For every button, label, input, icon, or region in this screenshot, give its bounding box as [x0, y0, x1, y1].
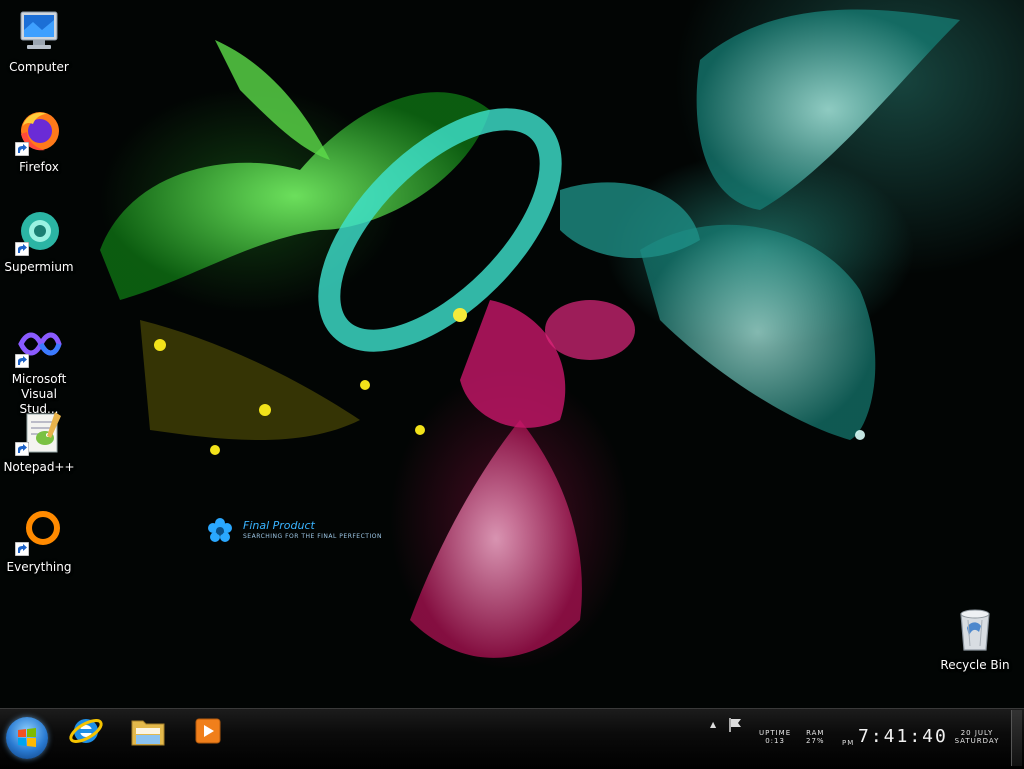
flower-logo-icon — [208, 518, 232, 542]
desktop-icon-notepadplusplus[interactable]: Notepad++ — [0, 408, 78, 475]
ram-label: RAM — [806, 729, 825, 737]
desktop-icon-firefox[interactable]: Firefox — [0, 108, 78, 175]
shortcut-arrow-icon — [15, 442, 29, 456]
desktop-icon-everything[interactable]: Everything — [0, 508, 78, 575]
shortcut-arrow-icon — [15, 242, 29, 256]
wallpaper-logo: Final Product SEARCHING FOR THE FINAL PE… — [205, 516, 405, 546]
desktop-icon-visual-studio[interactable]: Microsoft Visual Stud... — [0, 320, 78, 417]
computer-icon — [15, 8, 63, 56]
shortcut-arrow-icon — [15, 542, 29, 556]
notepadplusplus-icon — [15, 408, 63, 456]
desktop[interactable]: Computer Firefox Supermium Microsoft Vis… — [0, 0, 1024, 708]
desktop-icon-label: Firefox — [19, 160, 59, 174]
show-desktop-button[interactable] — [1011, 710, 1022, 766]
clock-date-day: 20 JULY — [960, 729, 994, 737]
recycle-bin-icon — [951, 606, 999, 654]
desktop-icon-computer[interactable]: Computer — [0, 8, 78, 75]
clock-ampm: PM — [842, 739, 855, 747]
desktop-icon-supermium[interactable]: Supermium — [0, 208, 78, 275]
wallpaper-logo-subtitle: SEARCHING FOR THE FINAL PERFECTION — [243, 533, 382, 540]
taskbar-internet-explorer[interactable] — [66, 711, 106, 751]
clock-weekday: SATURDAY — [954, 737, 1000, 745]
shortcut-arrow-icon — [15, 142, 29, 156]
desktop-icon-label: Everything — [6, 560, 72, 574]
firefox-icon — [15, 108, 63, 156]
desktop-icon-label: Supermium — [4, 260, 74, 274]
taskbar[interactable]: ▲ UPTIME 0:13 RAM 27% PM 7:41:40 20 JULY… — [0, 708, 1024, 769]
action-center-flag-icon[interactable] — [726, 716, 744, 734]
start-button[interactable] — [6, 717, 48, 759]
media-player-icon — [195, 718, 221, 744]
taskbar-file-explorer[interactable] — [128, 711, 168, 751]
visual-studio-icon — [15, 320, 63, 368]
uptime-value: 0:13 — [765, 737, 785, 745]
wallpaper-logo-title: Final Product — [243, 519, 315, 532]
clock-date[interactable]: 20 JULY SATURDAY — [948, 729, 1006, 745]
desktop-icon-label: Computer — [9, 60, 69, 74]
windows-start-icon — [18, 728, 36, 747]
internet-explorer-icon — [69, 719, 103, 743]
clock-time[interactable]: 7:41:40 — [858, 726, 948, 747]
uptime-label: UPTIME — [759, 729, 792, 737]
tray-expand-button[interactable]: ▲ — [710, 720, 716, 729]
taskbar-media-player[interactable] — [188, 711, 228, 751]
desktop-icon-label: Recycle Bin — [940, 658, 1010, 672]
shortcut-arrow-icon — [15, 354, 29, 368]
desktop-icon-label: Notepad++ — [3, 460, 75, 474]
folder-icon — [131, 720, 165, 746]
ram-value: 27% — [806, 737, 825, 745]
ram-widget: RAM 27% — [806, 729, 825, 745]
desktop-icon-recycle-bin[interactable]: Recycle Bin — [936, 606, 1014, 673]
system-tray: ▲ UPTIME 0:13 RAM 27% PM 7:41:40 20 JULY… — [704, 709, 1024, 769]
supermium-icon — [15, 208, 63, 256]
wallpaper-art — [100, 9, 960, 658]
everything-icon — [15, 508, 63, 556]
uptime-widget: UPTIME 0:13 — [759, 729, 791, 745]
